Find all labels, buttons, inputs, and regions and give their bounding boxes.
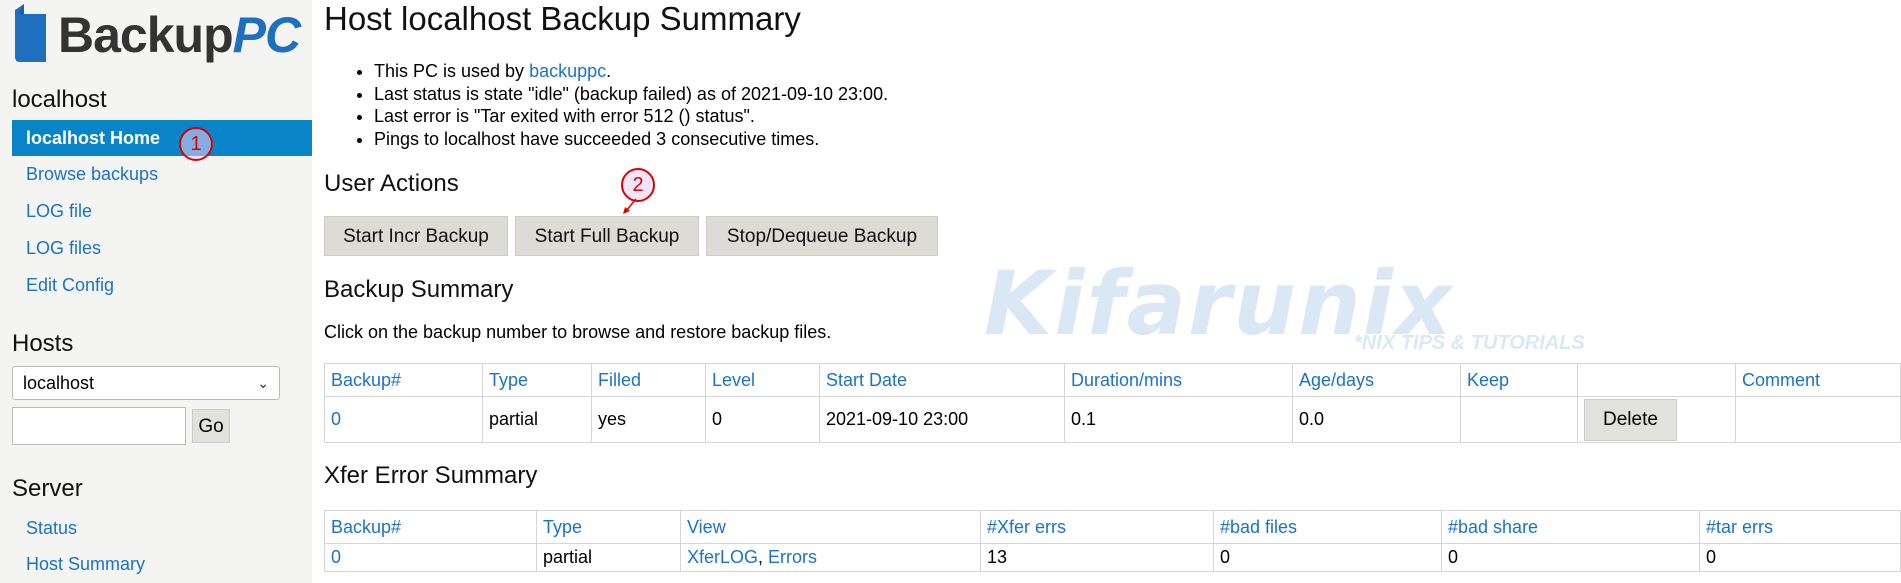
- xfer-error-table: Backup# Type View #Xfer errs #bad files …: [324, 510, 1901, 572]
- backup-number-link[interactable]: 0: [331, 409, 341, 429]
- nav-host-summary[interactable]: Host Summary: [12, 546, 312, 582]
- user-actions-heading: User Actions: [324, 170, 459, 197]
- page-title: Host localhost Backup Summary: [324, 0, 801, 37]
- xfer-error-heading: Xfer Error Summary: [324, 462, 538, 489]
- start-full-backup-button[interactable]: Start Full Backup: [515, 216, 699, 256]
- table-header-row: Backup# Type Filled Level Start Date Dur…: [324, 363, 1901, 397]
- host-select[interactable]: localhost ⌄: [12, 366, 280, 400]
- start-incr-backup-button[interactable]: Start Incr Backup: [324, 216, 508, 256]
- status-item-pings: Pings to localhost have succeeded 3 cons…: [374, 128, 888, 151]
- col-type[interactable]: Type: [482, 363, 592, 397]
- col-comment[interactable]: Comment: [1735, 363, 1901, 397]
- annotation-marker-1: 1: [179, 127, 213, 161]
- col-backup-num[interactable]: Backup#: [324, 363, 483, 397]
- col-xfer-errs[interactable]: #Xfer errs: [980, 510, 1214, 544]
- host-heading: localhost: [12, 86, 107, 113]
- cell-view: XferLOG, Errors: [680, 543, 981, 572]
- watermark-text: Kifarunix: [984, 252, 1454, 355]
- annotation-arrow-icon: [623, 198, 637, 214]
- cell-bad-share: 0: [1441, 543, 1700, 572]
- status-item-state: Last status is state "idle" (backup fail…: [374, 83, 888, 106]
- table-row: 0 partial yes 0 2021-09-10 23:00 0.1 0.0…: [324, 396, 1901, 443]
- status-user-text: This PC is used by: [374, 61, 530, 81]
- col-duration[interactable]: Duration/mins: [1064, 363, 1293, 397]
- col-bad-share[interactable]: #bad share: [1441, 510, 1700, 544]
- cell-tar-errs: 0: [1699, 543, 1901, 572]
- col-filled[interactable]: Filled: [591, 363, 706, 397]
- col-bad-files[interactable]: #bad files: [1213, 510, 1442, 544]
- table-row: 0 partial XferLOG, Errors 13 0 0 0: [324, 543, 1901, 572]
- cell-duration: 0.1: [1064, 396, 1293, 443]
- xfer-backup-number-link[interactable]: 0: [331, 547, 341, 567]
- backup-summary-table: Backup# Type Filled Level Start Date Dur…: [324, 363, 1901, 443]
- annotation-marker-2: 2: [621, 168, 655, 202]
- main-content: Host localhost Backup Summary This PC is…: [324, 0, 1901, 583]
- cell-type: partial: [536, 543, 681, 572]
- errors-link[interactable]: Errors: [768, 547, 817, 567]
- status-item-error: Last error is "Tar exited with error 512…: [374, 105, 888, 128]
- col-age[interactable]: Age/days: [1292, 363, 1461, 397]
- delete-button[interactable]: Delete: [1584, 398, 1677, 441]
- backuppc-logo[interactable]: BackupPC: [12, 4, 301, 64]
- watermark-tagline: *NIX TIPS & TUTORIALS: [1354, 332, 1585, 354]
- col-tar-errs[interactable]: #tar errs: [1699, 510, 1901, 544]
- server-heading: Server: [12, 475, 83, 502]
- col-actions: [1577, 363, 1736, 397]
- cell-xfer-errs: 13: [980, 543, 1214, 572]
- hosts-heading: Hosts: [12, 330, 74, 357]
- col-view[interactable]: View: [680, 510, 981, 544]
- col-level[interactable]: Level: [705, 363, 820, 397]
- logo-book-icon: [15, 4, 46, 62]
- nav-browse-backups[interactable]: Browse backups: [12, 156, 312, 192]
- cell-filled: yes: [591, 396, 706, 443]
- cell-level: 0: [705, 396, 820, 443]
- col-type[interactable]: Type: [536, 510, 681, 544]
- host-select-value: localhost: [23, 373, 95, 393]
- col-keep[interactable]: Keep: [1460, 363, 1578, 397]
- cell-comment: [1735, 396, 1901, 443]
- col-start-date[interactable]: Start Date: [819, 363, 1065, 397]
- cell-type: partial: [482, 396, 592, 443]
- nav-edit-config[interactable]: Edit Config: [12, 267, 312, 303]
- backup-summary-text: Click on the backup number to browse and…: [324, 322, 832, 342]
- chevron-down-icon: ⌄: [257, 375, 269, 391]
- cell-start-date: 2021-09-10 23:00: [819, 396, 1065, 443]
- view-separator: ,: [758, 547, 769, 567]
- nav-localhost-home[interactable]: localhost Home: [12, 120, 312, 156]
- go-button[interactable]: Go: [192, 409, 230, 443]
- nav-log-files[interactable]: LOG files: [12, 230, 312, 266]
- host-search-input[interactable]: [12, 407, 186, 445]
- cell-keep: [1460, 396, 1578, 443]
- user-link[interactable]: backuppc: [529, 61, 606, 81]
- stop-dequeue-backup-button[interactable]: Stop/Dequeue Backup: [706, 216, 938, 256]
- cell-age: 0.0: [1292, 396, 1461, 443]
- status-list: This PC is used by backuppc. Last status…: [374, 60, 888, 150]
- sidebar: BackupPC localhost localhost Home Browse…: [0, 0, 312, 583]
- cell-bad-files: 0: [1213, 543, 1442, 572]
- backup-summary-heading: Backup Summary: [324, 276, 514, 303]
- logo-text-pc: PC: [232, 7, 301, 63]
- xferlog-link[interactable]: XferLOG: [687, 547, 758, 567]
- logo-text-backup: Backup: [58, 7, 234, 63]
- table-header-row: Backup# Type View #Xfer errs #bad files …: [324, 510, 1901, 544]
- watermark: Kifarunix *NIX TIPS & TUTORIALS: [984, 252, 1585, 355]
- status-user-suffix: .: [606, 61, 612, 81]
- col-backup-num[interactable]: Backup#: [324, 510, 537, 544]
- nav-log-file[interactable]: LOG file: [12, 193, 312, 229]
- status-item-user: This PC is used by backuppc.: [374, 60, 888, 83]
- nav-status[interactable]: Status: [12, 510, 312, 546]
